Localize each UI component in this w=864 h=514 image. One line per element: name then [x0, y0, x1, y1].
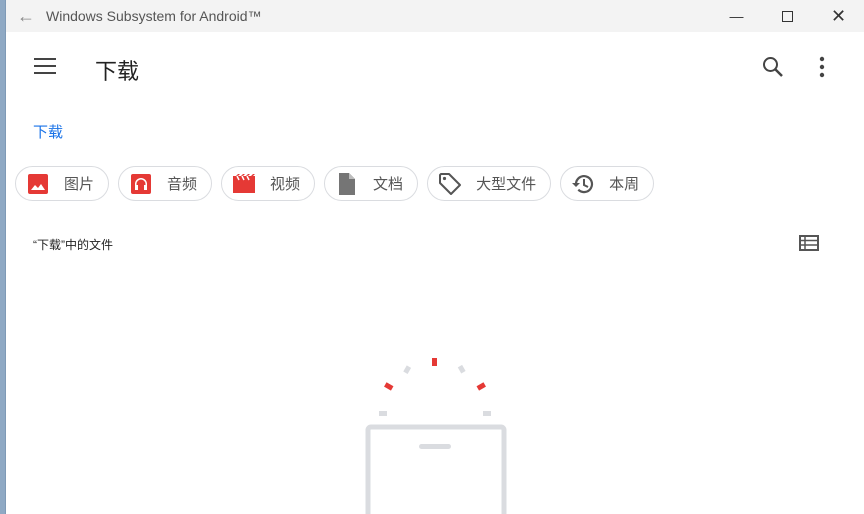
more-options-icon[interactable]: [819, 56, 825, 78]
image-icon: [28, 173, 48, 194]
history-icon: [572, 174, 594, 193]
list-view-icon[interactable]: [799, 235, 819, 251]
chip-video[interactable]: 视频: [221, 166, 316, 201]
chip-label: 大型文件: [476, 176, 537, 193]
chip-images[interactable]: 图片: [15, 166, 110, 201]
chip-label: 本周: [609, 176, 640, 193]
chip-label: 文档: [373, 176, 404, 193]
breadcrumb[interactable]: 下载: [33, 121, 63, 142]
close-button[interactable]: ✕: [813, 0, 864, 32]
tag-icon: [439, 172, 462, 195]
app-window: ← Windows Subsystem for Android™ — ✕ 下载 …: [5, 0, 864, 514]
movie-icon: [233, 173, 256, 193]
app-bar: 下载: [6, 32, 864, 104]
window-title: Windows Subsystem for Android™: [46, 8, 262, 24]
chip-audio[interactable]: 音频: [118, 166, 213, 201]
chip-documents[interactable]: 文档: [324, 166, 419, 201]
chip-label: 音频: [167, 176, 198, 193]
chip-large-files[interactable]: 大型文件: [427, 166, 552, 201]
back-arrow-icon[interactable]: ←: [6, 6, 46, 27]
page-title: 下载: [95, 59, 140, 84]
title-bar: ← Windows Subsystem for Android™ — ✕: [6, 0, 864, 32]
section-title: “下载”中的文件: [33, 238, 113, 252]
chip-label: 图片: [64, 176, 95, 193]
minimize-button[interactable]: —: [711, 0, 762, 32]
chip-this-week[interactable]: 本周: [560, 166, 655, 201]
headphones-icon: [131, 173, 152, 194]
document-icon: [339, 172, 356, 195]
maximize-button[interactable]: [762, 0, 813, 32]
hamburger-menu-icon[interactable]: [34, 58, 56, 74]
chip-label: 视频: [270, 176, 301, 193]
empty-state-illustration: [365, 358, 507, 514]
search-icon[interactable]: [762, 56, 784, 78]
